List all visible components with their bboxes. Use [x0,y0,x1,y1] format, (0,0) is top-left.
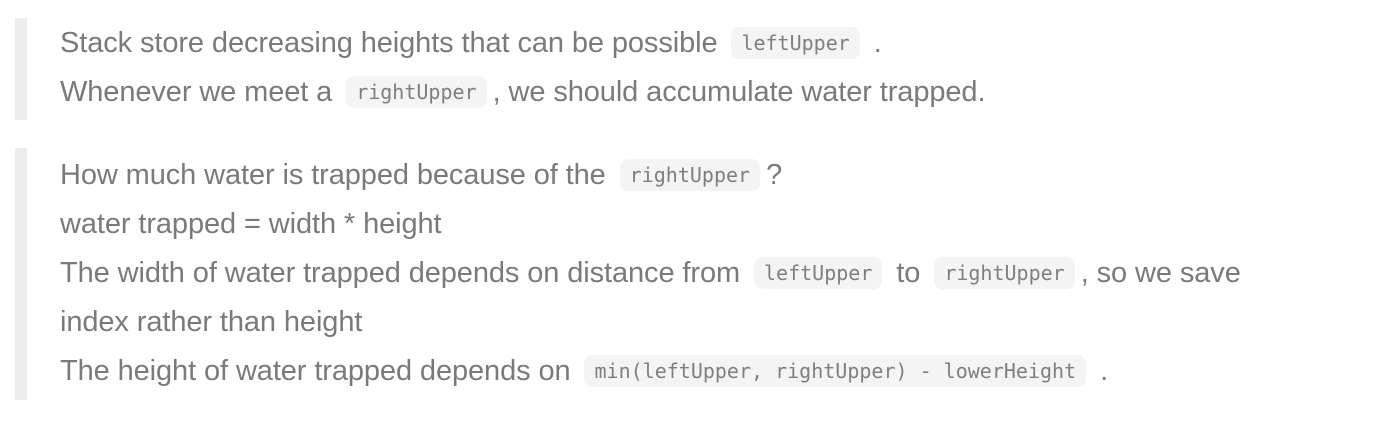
text-line: Whenever we meet a rightUpper, we should… [60,68,1375,117]
inline-code: leftUpper [731,27,860,59]
text-line: How much water is trapped because of the… [60,151,1387,200]
blockquote-1: Stack store decreasing heights that can … [15,18,1375,120]
text-segment: How much water is trapped because of the [60,159,606,191]
inline-code: min(leftUpper, rightUpper) - lowerHeight [584,355,1087,387]
text-segment: The height of water trapped depends on [60,355,571,387]
text-segment: , we should accumulate water trapped. [492,76,986,108]
text-segment: to [896,257,921,289]
blockquote-2: How much water is trapped because of the… [15,148,1387,400]
text-segment: index rather than height [60,306,363,338]
text-segment: Stack store decreasing heights that can … [60,27,718,59]
text-segment: . [1100,355,1109,387]
inline-code: leftUpper [754,257,883,289]
text-segment: ? [766,159,783,191]
text-line: index rather than height [60,298,1387,347]
inline-code: rightUpper [346,76,487,108]
text-line: The height of water trapped depends on m… [60,347,1387,396]
text-segment: . [873,27,882,59]
text-segment: Whenever we meet a [60,76,333,108]
text-segment: water trapped = width * height [60,208,442,240]
text-line: Stack store decreasing heights that can … [60,19,1375,68]
inline-code: rightUpper [934,257,1075,289]
text-segment: , so we save [1080,257,1241,289]
text-line: water trapped = width * height [60,200,1387,249]
text-segment: The width of water trapped depends on di… [60,257,741,289]
text-line: The width of water trapped depends on di… [60,249,1387,298]
inline-code: rightUpper [619,159,761,191]
